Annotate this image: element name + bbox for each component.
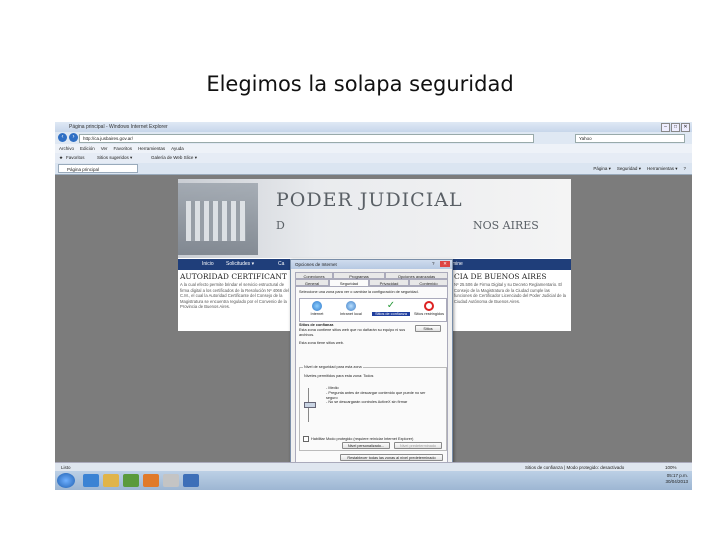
favorites-bar: ★ Favoritos Sitios sugeridos ▾ Galería d… xyxy=(55,153,692,163)
window-title: Página principal - Windows Internet Expl… xyxy=(69,124,168,130)
security-level-group: Nivel de seguridad para esta zona Nivele… xyxy=(299,365,447,451)
start-button[interactable] xyxy=(57,473,75,488)
taskbar: 05:17 p.m. 30/04/2013 xyxy=(55,471,692,490)
protected-mode-label: Habilitar Modo protegido (requiere reini… xyxy=(311,437,414,441)
browser-content: PODER JUDICIAL D NOS AIRES Inicio Solici… xyxy=(55,175,692,490)
zone-label: Sitios de confianza xyxy=(372,312,410,316)
tab-seguridad[interactable]: Seguridad xyxy=(329,279,369,286)
zone-desc-text-2: Esta zona tiene sitios web. xyxy=(299,341,344,346)
dialog-help-icon[interactable]: ? xyxy=(432,261,438,267)
brand-subtitle-right: NOS AIRES xyxy=(473,219,539,232)
address-row: ‹ › http://ca.jusbaires.gov.ar/ Yahoo xyxy=(55,132,692,144)
dialog-titlebar: Opciones de Internet ? ✕ xyxy=(291,260,452,269)
menu-favoritos[interactable]: Favoritos xyxy=(114,144,133,153)
slider-thumb[interactable] xyxy=(304,402,316,408)
text-right: Nº 25.506 de Firma Digital y su Decreto … xyxy=(454,282,566,304)
zone-restricted[interactable]: Sitios restringidos xyxy=(414,300,444,320)
zone-description: Sitios de confianza Esta zona contiene s… xyxy=(299,323,409,346)
tab-programas[interactable]: Programas xyxy=(333,272,385,279)
checkmark-icon: ✓ xyxy=(386,300,396,311)
help-icon[interactable]: ? xyxy=(683,163,686,174)
dialog-title: Opciones de Internet xyxy=(295,262,337,267)
address-bar[interactable]: http://ca.jusbaires.gov.ar/ xyxy=(79,134,534,143)
clock-date: 30/04/2013 xyxy=(665,479,688,484)
level-text: - Medio - Pregunta antes de descargar co… xyxy=(326,386,438,405)
ie-icon[interactable] xyxy=(83,474,99,487)
web-slice-gallery-link[interactable]: Galería de Web Slice ▾ xyxy=(151,153,197,163)
reset-zones-button[interactable]: Restablecer todas las zonas al nivel pre… xyxy=(340,454,443,461)
text-left: A la cual efecto permite brindar el serv… xyxy=(180,282,289,310)
zone-label: Internet xyxy=(310,312,324,316)
sites-button[interactable]: Sitios xyxy=(415,325,441,332)
suggested-sites-link[interactable]: Sitios sugeridos ▾ xyxy=(97,153,132,163)
menu-ver[interactable]: Ver xyxy=(101,144,108,153)
dialog-close-button[interactable]: ✕ xyxy=(440,261,450,267)
default-level-button[interactable]: Nivel predeterminado xyxy=(394,442,442,449)
heading-left: AUTORIDAD CERTIFICANT xyxy=(180,272,287,281)
app-icon[interactable] xyxy=(163,474,179,487)
nav-ca[interactable]: Ca xyxy=(278,259,284,270)
zone-label: Sitios restringidos xyxy=(414,312,444,316)
custom-level-button[interactable]: Nivel personalizado... xyxy=(342,442,390,449)
menu-herramientas[interactable]: Herramientas xyxy=(138,144,165,153)
nav-solicitudes[interactable]: Solicitudes ▾ xyxy=(226,259,254,270)
zone-desc-text: Esta zona contiene sitios web que no dañ… xyxy=(299,327,406,337)
menu-archivo[interactable]: Archivo xyxy=(59,144,74,153)
zone-label: Intranet local xyxy=(340,312,362,316)
tools-menu[interactable]: Herramientas ▾ xyxy=(647,163,678,174)
menu-ayuda[interactable]: Ayuda xyxy=(171,144,184,153)
forward-icon[interactable]: › xyxy=(69,133,78,142)
level-allowed: Niveles permitidos para esta zona: Todos xyxy=(304,374,374,378)
heading-right: CIA DE BUENOS AIRES xyxy=(454,272,547,281)
no-entry-icon xyxy=(424,301,434,311)
page-banner: PODER JUDICIAL D NOS AIRES xyxy=(178,179,571,258)
building-image xyxy=(178,183,258,255)
checkbox-icon xyxy=(303,436,309,442)
security-panel: Seleccione una zona para ver o cambiar l… xyxy=(295,286,448,467)
menu-edicion[interactable]: Edición xyxy=(80,144,95,153)
system-tray: 05:17 p.m. 30/04/2013 xyxy=(665,473,688,485)
globe-icon xyxy=(312,301,322,311)
zone-prompt: Seleccione una zona para ver o cambiar l… xyxy=(299,290,419,294)
nav-mine[interactable]: mine xyxy=(452,259,463,270)
firefox-icon[interactable] xyxy=(143,474,159,487)
browser-titlebar: Página principal - Windows Internet Expl… xyxy=(55,122,692,132)
favorites-button[interactable]: Favoritos xyxy=(66,153,85,163)
zone-internet[interactable]: Internet xyxy=(302,300,332,320)
zone-intranet[interactable]: Intranet local xyxy=(336,300,366,320)
window-icon[interactable] xyxy=(183,474,199,487)
nav-inicio[interactable]: Inicio xyxy=(202,259,214,270)
tab-privacidad[interactable]: Privacidad xyxy=(369,279,409,286)
slide-title: Elegimos la solapa seguridad xyxy=(206,72,514,96)
tab-pagina-principal[interactable]: Página principal xyxy=(58,164,138,173)
internet-options-dialog: Opciones de Internet ? ✕ Conexiones Prog… xyxy=(290,259,453,490)
brand-subtitle-left: D xyxy=(276,219,285,232)
menu-bar: Archivo Edición Ver Favoritos Herramient… xyxy=(55,144,692,153)
media-icon[interactable] xyxy=(123,474,139,487)
tab-opciones-avanzadas[interactable]: Opciones avanzadas xyxy=(385,272,448,279)
group-title: Nivel de seguridad para esta zona xyxy=(303,365,363,369)
brand-title: PODER JUDICIAL xyxy=(276,189,463,211)
close-window-button[interactable]: ✕ xyxy=(681,123,690,132)
zone-list: Internet Intranet local ✓ Sitios de conf… xyxy=(299,298,447,322)
tab-conexiones[interactable]: Conexiones xyxy=(295,272,333,279)
tab-contenido[interactable]: Contenido xyxy=(409,279,448,286)
maximize-button[interactable]: □ xyxy=(671,123,680,132)
minimize-button[interactable]: – xyxy=(661,123,670,132)
page-menu[interactable]: Página ▾ xyxy=(593,163,611,174)
security-menu[interactable]: Seguridad ▾ xyxy=(617,163,641,174)
network-icon xyxy=(346,301,356,311)
tab-general[interactable]: General xyxy=(295,279,329,286)
search-input[interactable]: Yahoo xyxy=(575,134,685,143)
zone-trusted-sites[interactable]: ✓ Sitios de confianza xyxy=(372,300,410,320)
folder-icon[interactable] xyxy=(103,474,119,487)
level-desc: - Pregunta antes de descargar contenido … xyxy=(326,390,426,405)
screenshot: Página principal - Windows Internet Expl… xyxy=(55,122,692,490)
tab-row: Página principal Página ▾ Seguridad ▾ He… xyxy=(55,163,692,175)
back-icon[interactable]: ‹ xyxy=(58,133,67,142)
star-icon[interactable]: ★ xyxy=(59,153,63,163)
